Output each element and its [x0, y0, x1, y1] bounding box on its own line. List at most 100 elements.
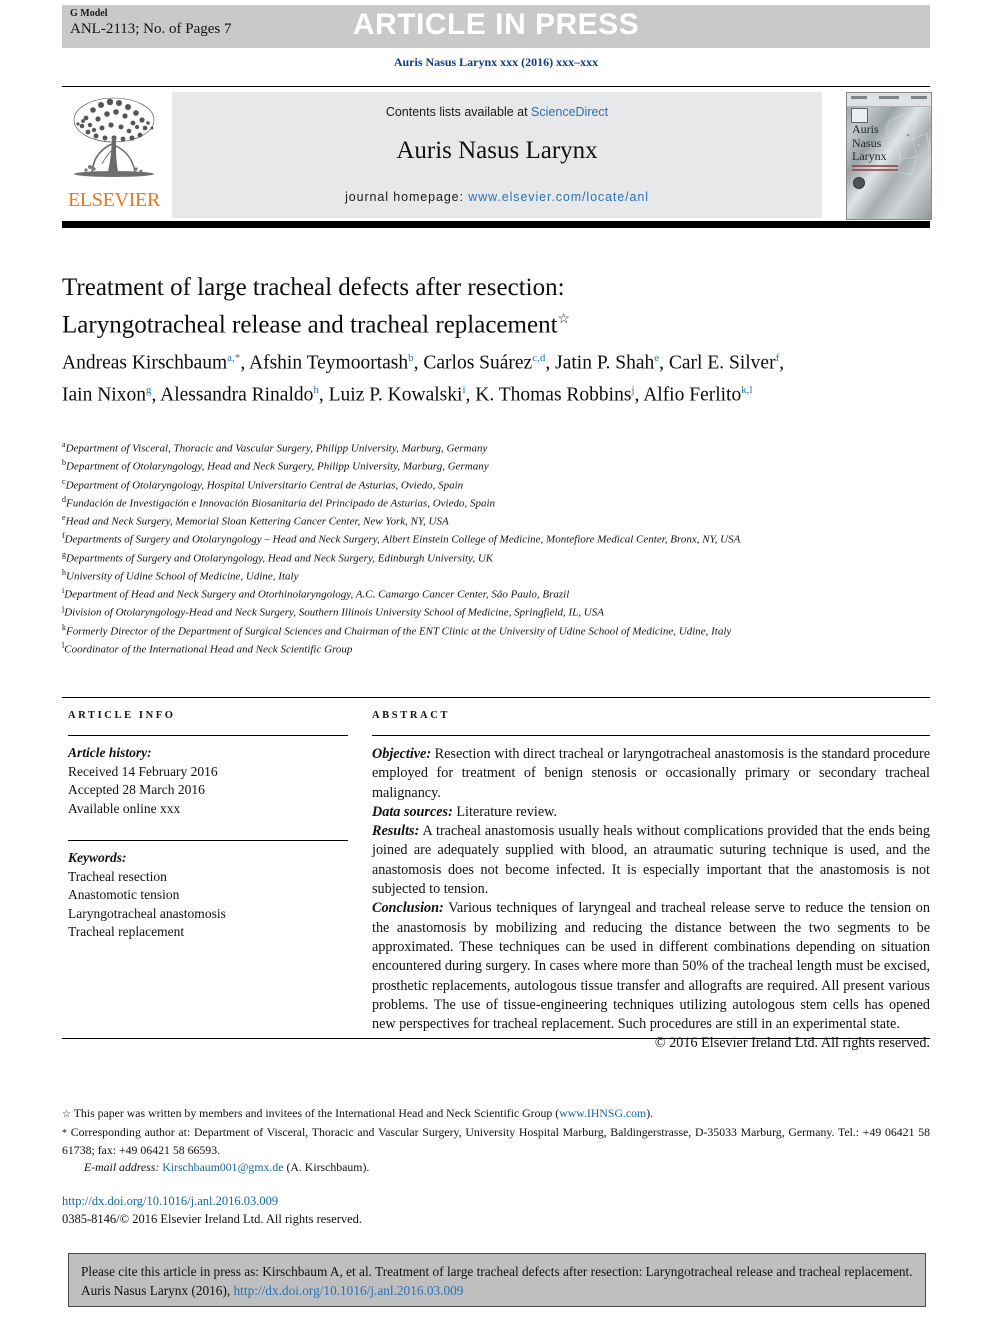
keyword-item: Tracheal resection: [68, 868, 167, 884]
article-history-block: Article history: Received 14 February 20…: [68, 744, 348, 818]
affiliation-item: bDepartment of Otolaryngology, Head and …: [62, 456, 892, 474]
footnote-star-marker: ☆: [62, 1109, 71, 1120]
affiliation-item: cDepartment of Otolaryngology, Hospital …: [62, 475, 892, 493]
affiliation-item: eHead and Neck Surgery, Memorial Sloan K…: [62, 511, 892, 529]
affiliation-text: University of Udine School of Medicine, …: [66, 570, 299, 583]
footnote-star-suffix: ).: [646, 1106, 654, 1120]
abstract-section-text: Resection with direct tracheal or laryng…: [372, 746, 930, 801]
cover-elsevier-mark: [851, 108, 868, 123]
affiliation-text: Coordinator of the International Head an…: [64, 643, 353, 656]
cover-title-line-3: Larynx: [852, 149, 887, 163]
affiliation-item: aDepartment of Visceral, Thoracic and Va…: [62, 438, 892, 456]
affiliation-item: fDepartments of Surgery and Otolaryngolo…: [62, 529, 892, 547]
cover-society-badge: [853, 177, 865, 189]
article-history-items: Received 14 February 2016 Accepted 28 Mar…: [68, 763, 348, 819]
abstract-heading: ABSTRACT: [372, 710, 450, 721]
ihnsg-link[interactable]: www.IHNSG.com: [559, 1106, 646, 1120]
masthead-top-rule: [62, 86, 930, 87]
abstract-column: Objective: Resection with direct trachea…: [372, 735, 930, 1052]
journal-cover-thumbnail: Auris Nasus Larynx: [846, 92, 932, 220]
contents-prefix: Contents lists available at: [385, 105, 532, 119]
keyword-item: Anastomotic tension: [68, 887, 180, 902]
article-history-item: Received 14 February 2016: [68, 763, 218, 779]
cover-title-line-1: Auris: [852, 122, 879, 136]
keywords-title: Keywords:: [68, 850, 127, 865]
affiliation-text: Department of Otolaryngology, Head and N…: [66, 460, 489, 473]
email-link[interactable]: Kirschbaum001@gmx.de: [162, 1160, 283, 1174]
elsevier-logo: ELSEVIER: [62, 92, 166, 218]
author-list: Andreas Kirschbauma,*, Afshin Teymoortas…: [62, 352, 785, 405]
affiliation-text: Department of Visceral, Thoracic and Vas…: [65, 442, 488, 455]
affiliation-text: Department of Head and Neck Surgery and …: [64, 588, 570, 601]
cover-header-marks: [851, 96, 927, 99]
email-suffix: (A. Kirschbaum).: [283, 1159, 370, 1174]
abstract-section: Conclusion: Various techniques of laryng…: [372, 899, 930, 1034]
issn-copyright-line: 0385-8146/© 2016 Elsevier Ireland Ltd. A…: [62, 1212, 363, 1226]
doi-url: http://dx.doi.org/10.1016/j.anl.2016.03.…: [62, 1194, 279, 1208]
affiliation-item: lCoordinator of the International Head a…: [62, 639, 892, 657]
masthead-center-panel: Contents lists available at ScienceDirec…: [172, 92, 822, 218]
cite-doi-link[interactable]: http://dx.doi.org/10.1016/j.anl.2016.03.…: [234, 1283, 464, 1298]
sciencedirect-link[interactable]: ScienceDirect: [531, 105, 608, 119]
journal-name: Auris Nasus Larynx: [396, 137, 598, 164]
abstract-section-text: A tracheal anastomosis usually heals wit…: [372, 823, 930, 898]
affiliation-text: Departments of Surgery and Otolaryngolog…: [66, 552, 494, 565]
footnotes-block: ☆ This paper was written by members and …: [62, 1105, 930, 1175]
affiliation-text: Head and Neck Surgery, Memorial Sloan Ke…: [65, 515, 449, 528]
abstract-section-label: Data sources:: [372, 803, 453, 820]
affiliation-list: aDepartment of Visceral, Thoracic and Va…: [62, 438, 892, 657]
doi-line[interactable]: http://dx.doi.org/10.1016/j.anl.2016.03.…: [62, 1194, 278, 1209]
article-in-press-title: ARTICLE IN PRESS: [352, 8, 640, 41]
article-info-rule: [68, 735, 348, 736]
article-info-column: Article history: Received 14 February 20…: [68, 735, 348, 942]
affiliation-text: Fundación de Investigación e Innovación …: [66, 497, 496, 510]
affiliation-text: Department of Otolaryngology, Hospital U…: [65, 479, 464, 492]
article-info-heading: ARTICLE INFO: [68, 710, 176, 721]
affiliation-text: Formerly Director of the Department of S…: [66, 625, 732, 638]
abstract-section: Data sources: Literature review.: [372, 803, 930, 822]
keyword-item: Laryngotracheal anastomosis: [68, 905, 226, 921]
cite-text-body: Please cite this article in press as: Ki…: [81, 1264, 913, 1298]
affiliation-item: hUniversity of Udine School of Medicine,…: [62, 566, 892, 584]
cite-this-article-text: Please cite this article in press as: Ki…: [81, 1262, 915, 1300]
abstract-section-text: Literature review.: [452, 803, 558, 820]
footnote-star: ☆ This paper was written by members and …: [62, 1105, 930, 1124]
cover-subtitle-lines: [852, 165, 898, 173]
footnote-corresponding-author: * Corresponding author at: Department of…: [62, 1124, 930, 1159]
abstract-section-label: Objective:: [372, 746, 432, 762]
abstract-section-label: Conclusion:: [372, 900, 444, 917]
cite-this-article-box: Please cite this article in press as: Ki…: [68, 1253, 926, 1307]
info-section-bottom-rule: [62, 1038, 930, 1039]
affiliation-item: iDepartment of Head and Neck Surgery and…: [62, 584, 892, 602]
affiliation-item: gDepartments of Surgery and Otolaryngolo…: [62, 548, 892, 566]
abstract-body: Objective: Resection with direct trachea…: [372, 745, 930, 1034]
affiliation-item: dFundación de Investigación e Innovación…: [62, 493, 892, 511]
title-footnote-marker: ☆: [557, 312, 571, 327]
article-in-press-band: G Model ANL-2113; No. of Pages 7 ARTICLE…: [62, 5, 930, 48]
affiliation-item: kFormerly Director of the Department of …: [62, 621, 892, 639]
keywords-items: Tracheal resection Anastomotic tension Lar…: [68, 868, 348, 942]
contents-line: Contents lists available at ScienceDirec…: [172, 105, 822, 119]
journal-homepage-line: journal homepage: www.elsevier.com/locat…: [172, 190, 822, 204]
journal-masthead: ELSEVIER Contents lists available at Sci…: [62, 92, 932, 220]
article-history-item: Available online xxx: [68, 800, 181, 816]
affiliation-text: Departments of Surgery and Otolaryngolog…: [64, 533, 741, 546]
cover-journal-title: Auris Nasus Larynx: [852, 122, 887, 164]
abstract-section-label: Results:: [372, 823, 420, 840]
keywords-rule: [68, 840, 348, 841]
journal-homepage-link[interactable]: www.elsevier.com/locate/anl: [468, 190, 649, 204]
affiliation-item: jDivision of Otolaryngology-Head and Nec…: [62, 602, 892, 620]
email-label: E-mail address:: [84, 1159, 160, 1174]
title-line-2: Laryngotracheal release and tracheal rep…: [62, 304, 762, 341]
abstract-rule: [372, 735, 930, 736]
affiliation-text: Division of Otolaryngology-Head and Neck…: [64, 606, 604, 619]
masthead-black-bar: [62, 221, 930, 228]
keywords-block: Keywords: Tracheal resection Anastomotic …: [68, 849, 348, 942]
cover-title-line-2: Nasus: [852, 135, 882, 150]
article-history-item: Accepted 28 March 2016: [68, 782, 205, 797]
footnote-star-prefix: This paper was written by members and in…: [70, 1106, 560, 1120]
homepage-prefix: journal homepage:: [345, 190, 469, 204]
page-title: Treatment of large tracheal defects afte…: [62, 272, 762, 341]
running-head: Auris Nasus Larynx xxx (2016) xxx–xxx: [393, 55, 599, 69]
